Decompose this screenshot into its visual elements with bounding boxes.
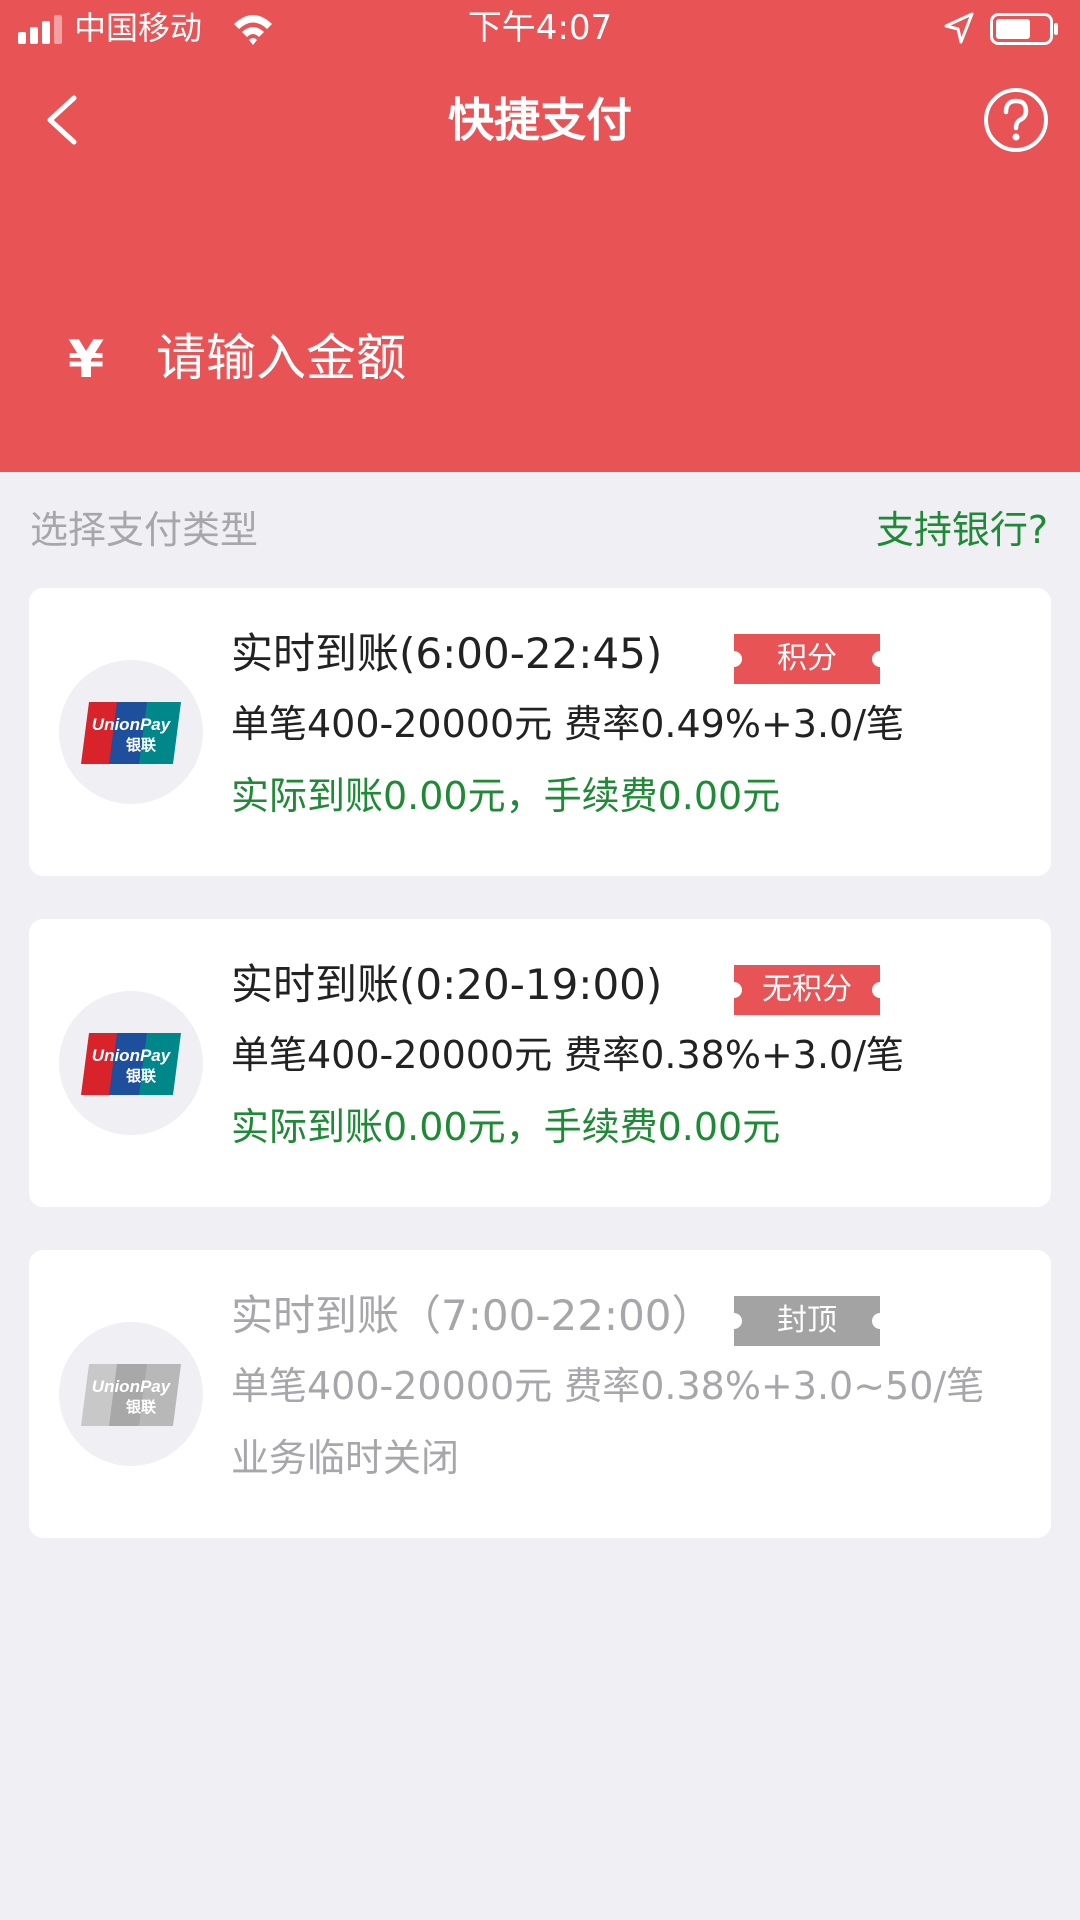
help-icon[interactable] [982, 86, 1050, 154]
payment-option-card-disabled: UnionPay 银联 实时到账（7:00-22:00） 封顶 单笔400-20… [29, 1250, 1051, 1538]
battery-icon [990, 13, 1058, 45]
svg-text:银联: 银联 [126, 1067, 157, 1085]
option-rate: 单笔400-20000元 费率0.49%+3.0/笔 [231, 702, 904, 746]
unionpay-logo: UnionPay 银联 [59, 660, 203, 804]
option-note: 实际到账0.00元，手续费0.00元 [231, 1105, 781, 1149]
page-title: 快捷支付 [448, 93, 632, 147]
unionpay-logo-icon: UnionPay 银联 [81, 702, 181, 764]
svg-text:银联: 银联 [126, 736, 157, 754]
amount-input[interactable] [156, 326, 956, 390]
svg-text:UnionPay: UnionPay [92, 1377, 172, 1396]
header-area: 中国移动 下午4:07 快捷支付 ¥ [0, 0, 1080, 472]
unionpay-logo: UnionPay 银联 [59, 991, 203, 1135]
status-time: 下午4:07 [467, 8, 613, 48]
status-bar: 中国移动 下午4:07 [0, 0, 1080, 58]
option-rate: 单笔400-20000元 费率0.38%+3.0/笔 [231, 1033, 904, 1077]
svg-text:UnionPay: UnionPay [92, 715, 172, 734]
svg-text:银联: 银联 [126, 1398, 157, 1416]
svg-text:UnionPay: UnionPay [92, 1046, 172, 1065]
option-title: 实时到账(0:20-19:00) [231, 960, 663, 1009]
unionpay-logo: UnionPay 银联 [59, 1322, 203, 1466]
option-tag: 积分 [726, 634, 888, 684]
option-tag: 无积分 [726, 965, 888, 1015]
payment-option-card[interactable]: UnionPay 银联 实时到账(6:00-22:45) 积分 单笔400-20… [29, 588, 1051, 876]
option-note: 实际到账0.00元，手续费0.00元 [231, 774, 781, 818]
option-note: 业务临时关闭 [231, 1436, 460, 1480]
option-rate: 单笔400-20000元 费率0.38%+3.0~50/笔 [231, 1364, 985, 1408]
amount-row: ¥ [0, 320, 1080, 400]
section-header: 选择支付类型 支持银行? [0, 500, 1080, 560]
unionpay-logo-icon: UnionPay 银联 [81, 1364, 181, 1426]
nav-bar: 快捷支付 [0, 70, 1080, 170]
supported-banks-link[interactable]: 支持银行? [876, 506, 1048, 554]
currency-symbol: ¥ [68, 330, 105, 390]
option-tag: 封顶 [726, 1296, 888, 1346]
section-label: 选择支付类型 [30, 508, 259, 552]
unionpay-logo-icon: UnionPay 银联 [81, 1033, 181, 1095]
payment-option-card[interactable]: UnionPay 银联 实时到账(0:20-19:00) 无积分 单笔400-2… [29, 919, 1051, 1207]
location-arrow-icon [944, 12, 974, 44]
option-title: 实时到账（7:00-22:00） [231, 1291, 714, 1340]
option-title: 实时到账(6:00-22:45) [231, 629, 663, 678]
